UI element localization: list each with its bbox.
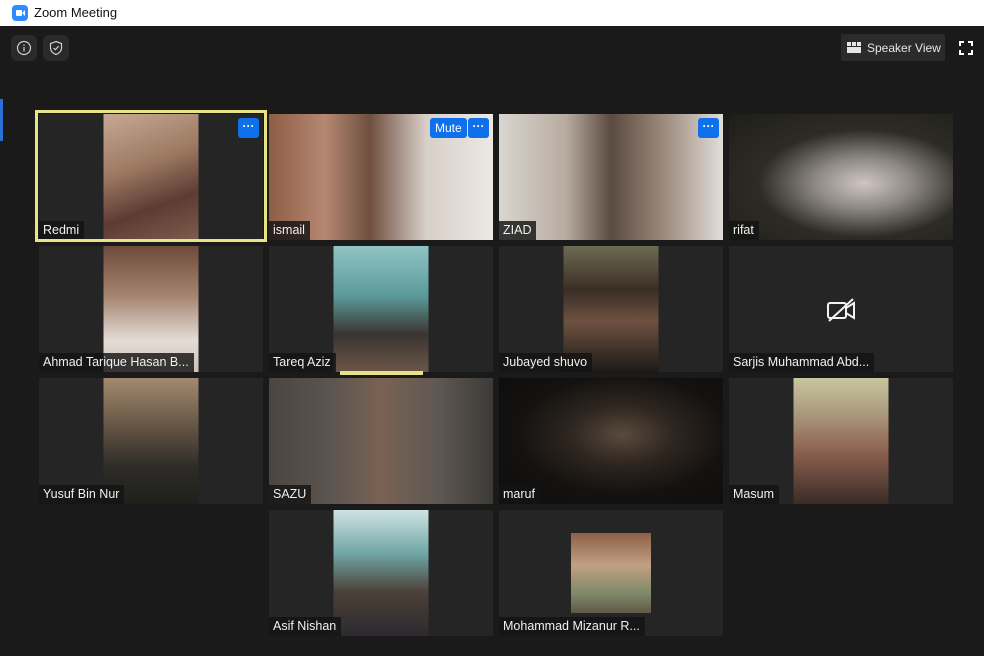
participant-video xyxy=(793,378,889,504)
participant-name: ismail xyxy=(269,221,310,240)
participant-tile[interactable]: ZIAD xyxy=(499,114,723,240)
participant-name: Asif Nishan xyxy=(269,617,342,636)
more-options-button[interactable]: ··· xyxy=(238,118,259,138)
zoom-logo-icon xyxy=(12,5,28,21)
speaker-view-button[interactable]: Speaker View xyxy=(841,34,945,61)
more-options-button[interactable]: ··· xyxy=(698,118,719,138)
camera-off-icon xyxy=(827,298,855,322)
side-indicator xyxy=(0,99,3,141)
active-speaker-border xyxy=(35,110,267,242)
participant-profile-picture xyxy=(571,533,651,613)
participant-name: Sarjis Muhammad Abd... xyxy=(729,353,875,372)
participant-name: Ahmad Tarique Hasan B... xyxy=(39,353,194,372)
participant-name: Yusuf Bin Nur xyxy=(39,485,125,504)
speaker-view-label: Speaker View xyxy=(867,40,941,55)
participant-tile[interactable]: Yusuf Bin Nur xyxy=(39,378,263,504)
participant-name: rifat xyxy=(729,221,759,240)
shield-icon xyxy=(49,40,63,56)
participant-name: SAZU xyxy=(269,485,312,504)
meeting-top-bar xyxy=(0,26,984,71)
meeting-info-button[interactable] xyxy=(11,35,37,61)
participant-tile[interactable]: Sarjis Muhammad Abd... xyxy=(729,246,953,372)
participant-tile[interactable]: Tareq Aziz xyxy=(269,246,493,372)
participant-name: Jubayed shuvo xyxy=(499,353,593,372)
participant-tile[interactable]: Asif Nishan xyxy=(269,510,493,636)
participant-tile[interactable]: Masum xyxy=(729,378,953,504)
participant-name: Tareq Aziz xyxy=(269,353,336,372)
participant-tile[interactable]: Jubayed shuvo xyxy=(499,246,723,372)
window-title: Zoom Meeting xyxy=(34,5,118,20)
info-icon xyxy=(16,40,32,56)
title-bar: Zoom Meeting xyxy=(0,0,984,26)
participant-tile[interactable]: Mohammad Mizanur R... xyxy=(499,510,723,636)
speaker-view-icon xyxy=(847,42,861,53)
participant-tile[interactable]: Ahmad Tarique Hasan B... xyxy=(39,246,263,372)
participant-name: Masum xyxy=(729,485,779,504)
participant-name: ZIAD xyxy=(499,221,537,240)
participant-name: Mohammad Mizanur R... xyxy=(499,617,645,636)
participant-tile[interactable]: SAZU xyxy=(269,378,493,504)
participant-tile[interactable]: rifat xyxy=(729,114,953,240)
fullscreen-button[interactable] xyxy=(959,41,973,55)
security-button[interactable] xyxy=(43,35,69,61)
participant-video xyxy=(729,114,953,240)
participant-name: maruf xyxy=(499,485,540,504)
participant-video xyxy=(333,246,429,372)
participant-video xyxy=(333,510,429,636)
talking-indicator xyxy=(340,371,423,375)
participant-tile[interactable]: maruf xyxy=(499,378,723,504)
more-options-button[interactable]: ··· xyxy=(468,118,489,138)
mute-button[interactable]: Mute xyxy=(430,118,467,138)
fullscreen-icon xyxy=(959,41,973,55)
